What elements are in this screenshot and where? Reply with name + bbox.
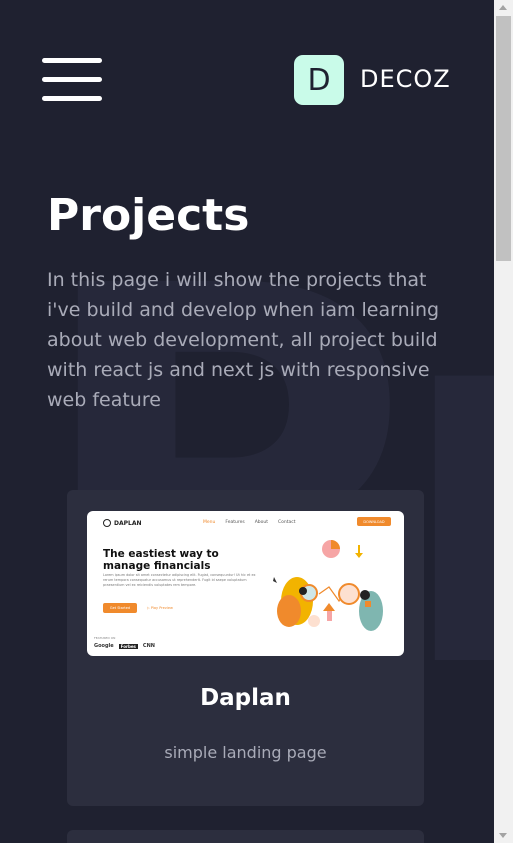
logo-text[interactable]: DECOZ — [360, 65, 451, 93]
vertical-scrollbar[interactable] — [494, 0, 513, 843]
brand-cnn: CNN — [142, 643, 155, 649]
preview-featured-label: FEATURED ON — [94, 636, 116, 640]
preview-nav-item: About — [254, 520, 269, 525]
preview-nav-item: Menu — [203, 520, 216, 525]
hamburger-menu-icon[interactable] — [42, 58, 102, 102]
preview-download-button: DOWNLOAD — [357, 517, 391, 526]
preview-cta-secondary: ▷ Play Preview — [147, 606, 173, 610]
finance-illustration-icon — [273, 540, 383, 631]
menu-bar-middle — [42, 77, 102, 82]
preview-nav-item: Features — [225, 520, 245, 525]
preview-brand-icon — [103, 519, 111, 527]
preview-headline: The eastiest way to manage financials — [103, 548, 219, 572]
menu-bar-top — [42, 58, 102, 63]
project-card-next[interactable] — [67, 830, 424, 843]
preview-cta-primary: Get Started — [103, 603, 137, 613]
project-title[interactable]: Daplan — [67, 685, 424, 711]
preview-nav-item: Contact — [278, 520, 296, 525]
project-description: simple landing page — [164, 743, 327, 762]
menu-bar-bottom — [42, 96, 102, 101]
preview-nav: Menu Features About Contact — [203, 520, 296, 525]
page-viewport: Pr D DECOZ Projects In this page i will … — [0, 0, 494, 843]
page-title: Projects — [47, 190, 250, 241]
page-intro: In this page i will show the projects th… — [47, 269, 440, 411]
brand-google: Google — [94, 643, 114, 649]
scroll-up-arrow-icon[interactable] — [499, 5, 507, 10]
logo-letter: D — [307, 62, 331, 98]
scrollbar-thumb[interactable] — [496, 16, 511, 261]
project-card-daplan[interactable]: DAPLAN Menu Features About Contact DOWNL… — [67, 490, 424, 806]
brand-forbes: Forbes — [118, 643, 138, 649]
scroll-down-arrow-icon[interactable] — [499, 833, 507, 838]
preview-brand: DAPLAN — [103, 519, 142, 527]
project-thumbnail[interactable]: DAPLAN Menu Features About Contact DOWNL… — [87, 511, 404, 656]
preview-body-text: Lorem ipsum dolor sit amet consectetur a… — [103, 573, 256, 587]
logo-badge[interactable]: D — [294, 55, 344, 105]
preview-brands: Google Forbes CNN — [94, 643, 155, 649]
